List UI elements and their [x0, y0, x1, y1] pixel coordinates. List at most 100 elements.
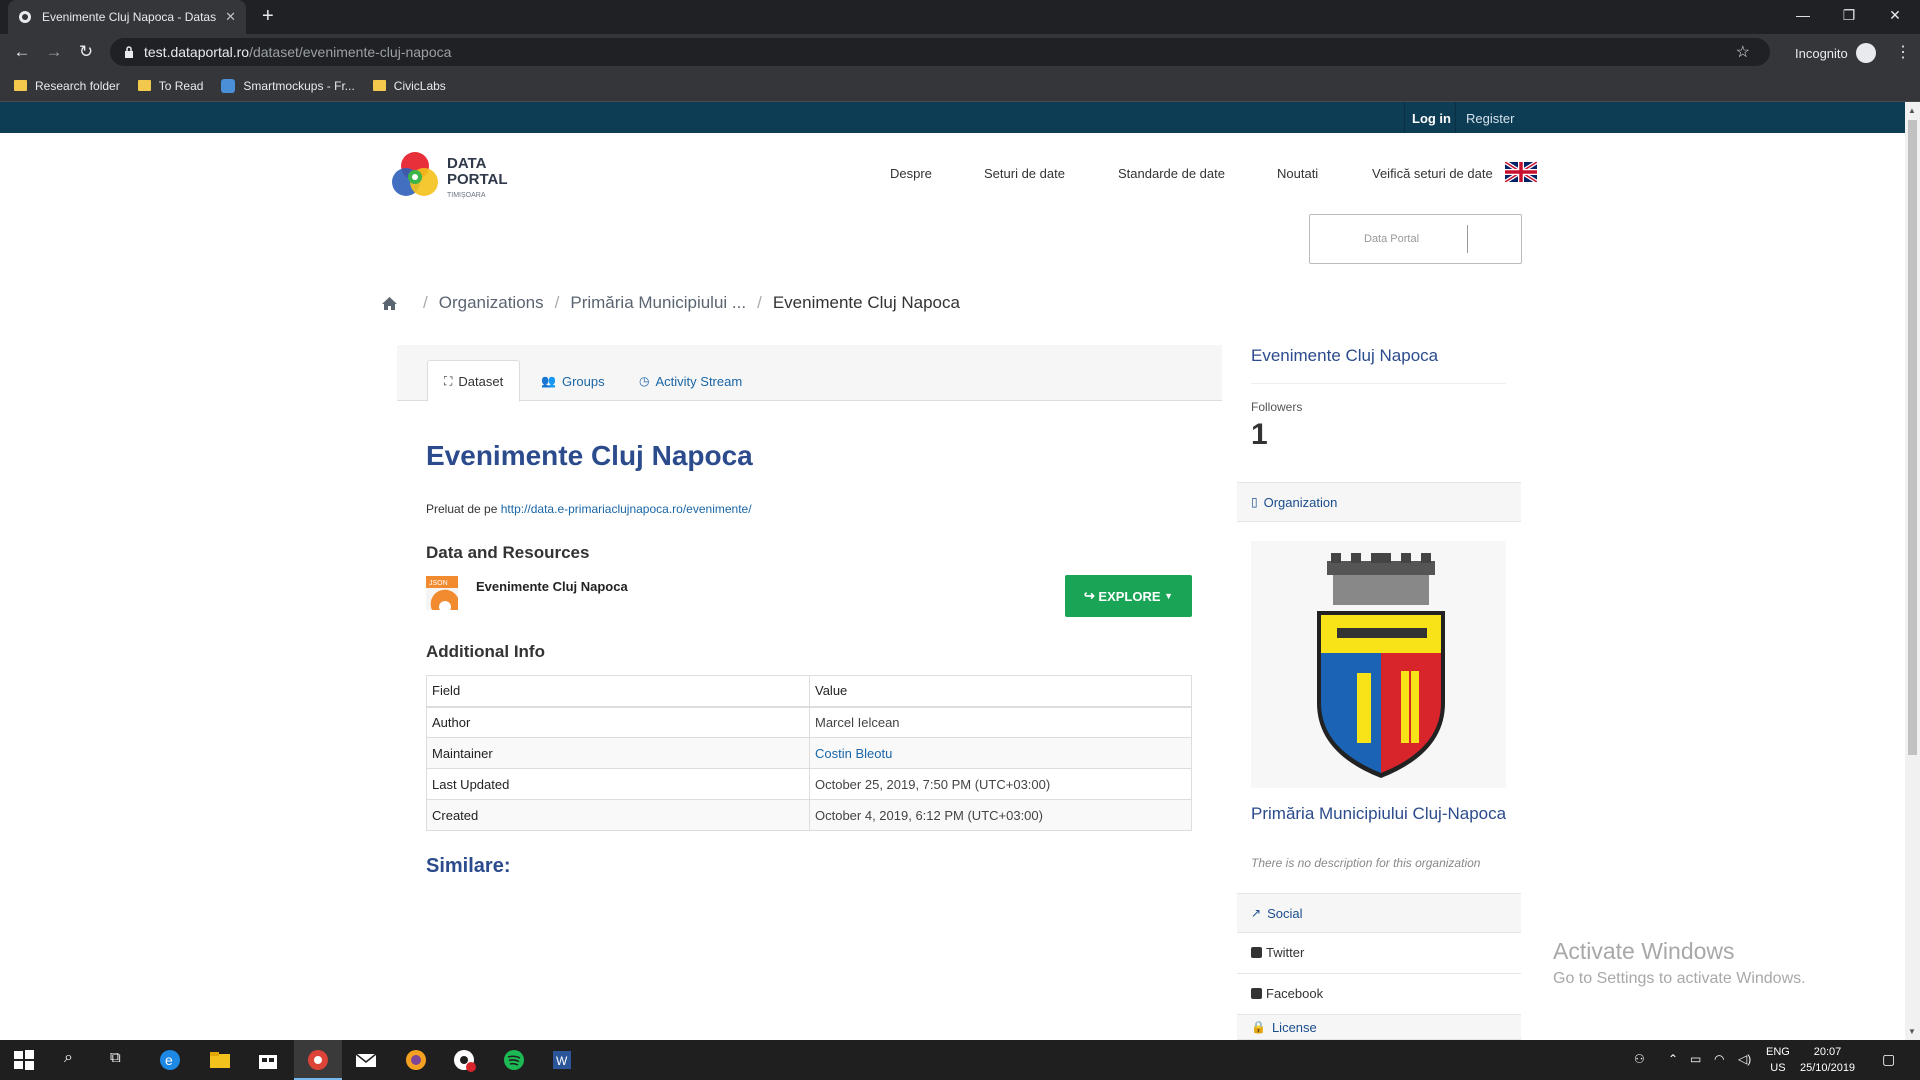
- back-icon[interactable]: ←: [12, 42, 32, 62]
- battery-icon[interactable]: ▭: [1690, 1052, 1701, 1066]
- clock-date: 25/10/2019: [1800, 1062, 1856, 1074]
- url-path: /dataset/evenimente-cluj-napoca: [249, 44, 452, 60]
- table-row: Created October 4, 2019, 6:12 PM (UTC+03…: [426, 799, 1192, 831]
- browser-menu-icon[interactable]: ⋮: [1895, 42, 1911, 62]
- activate-windows-subtitle: Go to Settings to activate Windows.: [1553, 970, 1806, 987]
- social-section-header: ↗ Social: [1237, 893, 1521, 933]
- explore-button[interactable]: ↪ EXPLORE ▼: [1065, 575, 1192, 617]
- nav-despre[interactable]: Despre: [890, 166, 932, 181]
- tab-groups[interactable]: 👥 Groups: [525, 360, 621, 402]
- new-tab-button[interactable]: +: [262, 6, 274, 26]
- bookmark-civiclabs[interactable]: CivicLabs: [372, 78, 446, 93]
- site-search-input[interactable]: Data Portal: [1309, 214, 1522, 264]
- explore-label: EXPLORE: [1098, 588, 1161, 604]
- volume-icon[interactable]: ◁): [1738, 1052, 1751, 1066]
- source-prefix: Preluat de pe: [426, 502, 498, 516]
- restore-icon[interactable]: ❐: [1826, 0, 1872, 30]
- bookmark-smartmockups[interactable]: Smartmockups - Fr...: [221, 78, 355, 93]
- smartmockups-icon: [221, 78, 236, 93]
- license-section-header: 🔒 License: [1237, 1014, 1521, 1040]
- forward-icon[interactable]: →: [44, 42, 64, 62]
- search-divider: [1467, 225, 1468, 253]
- section-label: License: [1271, 1019, 1317, 1035]
- table-header-value: Value: [809, 675, 1192, 708]
- bookmark-label: CivicLabs: [393, 78, 446, 93]
- svg-text:W: W: [556, 1054, 568, 1068]
- tor-browser-icon[interactable]: [404, 1048, 428, 1072]
- system-clock[interactable]: 20:07 25/10/2019: [1800, 1044, 1855, 1076]
- store-icon[interactable]: [256, 1048, 280, 1072]
- uk-flag-icon[interactable]: [1505, 162, 1537, 182]
- notifications-icon[interactable]: ▢: [1882, 1051, 1895, 1068]
- organization-image[interactable]: [1251, 541, 1506, 788]
- share-icon: ↪: [1083, 588, 1095, 603]
- input-language[interactable]: ENG US: [1766, 1044, 1790, 1076]
- breadcrumb-organization[interactable]: Primăria Municipiului ...: [570, 293, 746, 313]
- home-icon[interactable]: [381, 296, 398, 311]
- edge-icon[interactable]: e: [158, 1048, 182, 1072]
- site-account-bar: Log in Register: [0, 102, 1905, 133]
- scroll-up-icon[interactable]: ▲: [1908, 106, 1916, 115]
- wifi-icon[interactable]: ◠: [1714, 1052, 1724, 1066]
- dataset-source: Preluat de pe http://data.e-primariacluj…: [426, 502, 752, 516]
- lock-icon: [125, 46, 133, 58]
- maintainer-link[interactable]: Costin Bleotu: [815, 746, 892, 761]
- bookmark-label: Research folder: [35, 78, 120, 93]
- twitter-link[interactable]: Twitter: [1251, 945, 1304, 960]
- table-row: Maintainer Costin Bleotu: [426, 737, 1192, 769]
- page-scrollbar[interactable]: ▲ ▼: [1905, 102, 1920, 1040]
- chrome-icon[interactable]: [306, 1048, 330, 1072]
- window-close-icon[interactable]: ✕: [1872, 0, 1918, 30]
- register-link[interactable]: Register: [1466, 111, 1514, 126]
- show-hidden-icons[interactable]: ⌃: [1668, 1052, 1678, 1066]
- scroll-down-icon[interactable]: ▼: [1908, 1027, 1916, 1036]
- divider: [1237, 973, 1521, 974]
- tab-activity-stream[interactable]: ◷ Activity Stream: [623, 360, 758, 402]
- bookmark-star-icon[interactable]: ☆: [1736, 42, 1750, 62]
- bookmark-research-folder[interactable]: Research folder: [14, 79, 120, 93]
- scrollbar-thumb[interactable]: [1908, 120, 1917, 755]
- organization-name[interactable]: Primăria Municipiului Cluj-Napoca: [1251, 802, 1521, 825]
- windows-start-icon[interactable]: [12, 1048, 36, 1072]
- task-view-icon[interactable]: ⧉: [110, 1049, 121, 1066]
- twitter-icon: [1251, 947, 1262, 958]
- coat-of-arms-icon: [1317, 553, 1445, 778]
- facebook-link[interactable]: Facebook: [1251, 986, 1323, 1001]
- browser-tab[interactable]: Evenimente Cluj Napoca - Datas ✕: [8, 0, 246, 34]
- sidebar-dataset-title: Evenimente Cluj Napoca: [1251, 346, 1439, 365]
- source-link[interactable]: http://data.e-primariaclujnapoca.ro/even…: [501, 502, 752, 516]
- resource-name[interactable]: Evenimente Cluj Napoca: [476, 579, 628, 594]
- file-explorer-icon[interactable]: [208, 1048, 232, 1072]
- address-bar[interactable]: test.dataportal.ro/dataset/evenimente-cl…: [110, 38, 1770, 66]
- bookmark-label: Smartmockups - Fr...: [243, 78, 355, 93]
- spotify-icon[interactable]: [502, 1048, 526, 1072]
- breadcrumb-organizations[interactable]: Organizations: [439, 293, 544, 313]
- tab-close-icon[interactable]: ✕: [225, 9, 236, 25]
- table-header-field: Field: [426, 675, 810, 708]
- bookmark-to-read[interactable]: To Read: [137, 79, 203, 93]
- login-link[interactable]: Log in: [1412, 111, 1451, 126]
- tab-dataset[interactable]: ⛶ Dataset: [427, 360, 521, 402]
- social-label: Twitter: [1266, 945, 1305, 960]
- table-row: Last Updated October 25, 2019, 7:50 PM (…: [426, 768, 1192, 800]
- activate-windows-title: Activate Windows: [1553, 938, 1735, 964]
- word-icon[interactable]: W: [550, 1048, 574, 1072]
- breadcrumb-separator: /: [554, 293, 560, 312]
- chrome-profile-icon[interactable]: [452, 1048, 476, 1072]
- people-icon[interactable]: ⚇: [1634, 1052, 1645, 1066]
- nav-noutati[interactable]: Noutati: [1277, 166, 1318, 181]
- nav-seturi-de-date[interactable]: Seturi de date: [984, 166, 1065, 181]
- search-icon[interactable]: ⌕: [64, 1049, 73, 1067]
- divider: [1455, 102, 1456, 133]
- folder-icon: [14, 80, 27, 91]
- mail-icon[interactable]: [354, 1048, 378, 1072]
- nav-verifica-seturi[interactable]: Veifică seturi de date: [1372, 166, 1493, 181]
- minimize-icon[interactable]: —: [1780, 0, 1826, 30]
- incognito-indicator[interactable]: Incognito: [1795, 43, 1876, 63]
- nav-standarde-de-date[interactable]: Standarde de date: [1118, 166, 1225, 181]
- reload-icon[interactable]: ↻: [76, 42, 96, 62]
- table-row: Author Marcel Ielcean: [426, 706, 1192, 738]
- social-label: Facebook: [1266, 986, 1324, 1001]
- logo-text: DATA PORTAL: [447, 156, 508, 188]
- resources-heading: Data and Resources: [426, 543, 590, 562]
